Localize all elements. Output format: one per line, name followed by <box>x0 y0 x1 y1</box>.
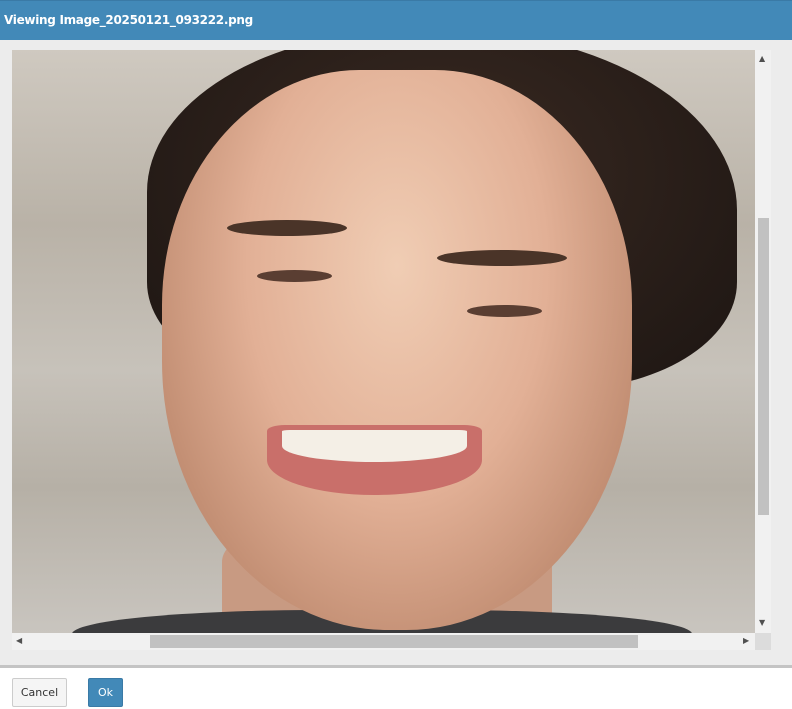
scroll-down-icon[interactable]: ▼ <box>759 619 765 627</box>
scroll-up-icon[interactable]: ▲ <box>759 55 765 63</box>
ok-button[interactable]: Ok <box>88 678 123 707</box>
vertical-scrollbar[interactable]: ▲ ▼ <box>755 50 771 633</box>
left-eye <box>257 270 332 282</box>
vertical-scroll-thumb[interactable] <box>758 218 769 515</box>
dialog-titlebar: Viewing Image_20250121_093222.png <box>0 0 792 40</box>
dialog-title: Viewing Image_20250121_093222.png <box>4 13 253 27</box>
horizontal-scroll-thumb[interactable] <box>150 635 638 648</box>
face-shape <box>162 70 632 630</box>
right-brow <box>437 250 567 266</box>
right-eye <box>467 305 542 317</box>
scroll-right-icon[interactable]: ▶ <box>743 637 749 645</box>
footer-divider <box>0 665 792 668</box>
horizontal-scrollbar[interactable]: ◀ ▶ <box>12 633 755 650</box>
scroll-left-icon[interactable]: ◀ <box>16 637 22 645</box>
image-viewport[interactable] <box>12 50 755 633</box>
scrollbar-corner <box>755 633 771 650</box>
left-brow <box>227 220 347 236</box>
cancel-button[interactable]: Cancel <box>12 678 67 707</box>
teeth-shape <box>282 430 467 462</box>
